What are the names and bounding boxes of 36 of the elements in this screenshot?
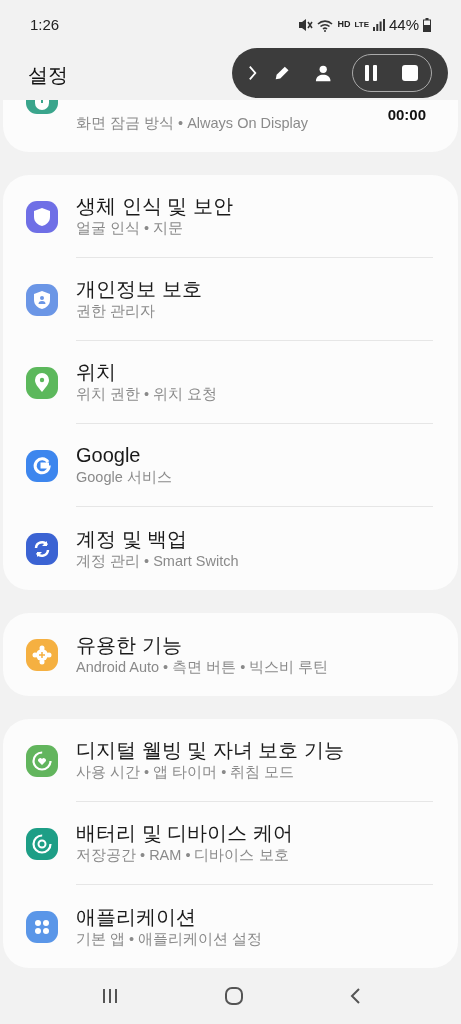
setting-title[interactable]: 계정 및 백업 <box>76 526 188 552</box>
battery-percentage: 44% <box>388 14 419 35</box>
setting-title[interactable]: 유용한 기능 <box>76 632 182 658</box>
setting-subtitle: 얼굴 인식 • 지문 <box>76 219 184 238</box>
setting-subtitle: 사용 시간 • 앱 타이머 • 취침 모드 <box>76 763 295 782</box>
hd-voice-label: HD <box>337 18 351 32</box>
back-icon[interactable] <box>348 987 361 1005</box>
page-title: 설정 <box>28 63 68 88</box>
recording-timer: 00:00 <box>387 105 426 125</box>
setting-title[interactable]: 디지털 웰빙 및 자녀 보호 기능 <box>76 738 344 764</box>
person-icon[interactable] <box>315 64 332 82</box>
setting-subtitle: 화면 잠금 방식 • Always On Display <box>76 114 309 133</box>
setting-title[interactable]: 애플리케이션 <box>76 904 196 930</box>
setting-subtitle: 기본 앱 • 애플리케이션 설정 <box>76 929 263 949</box>
setting-title[interactable]: 위치 <box>76 360 116 386</box>
setting-subtitle: 위치 권한 • 위치 요청 <box>76 385 218 404</box>
signal-icon <box>372 19 385 31</box>
pause-icon[interactable] <box>364 64 379 82</box>
stop-icon[interactable] <box>401 64 420 82</box>
setting-subtitle: 계정 관리 • Smart Switch <box>76 551 239 571</box>
setting-subtitle: Android Auto • 측면 버튼 • 빅스비 루틴 <box>76 657 329 677</box>
setting-subtitle: Google 서비스 <box>76 468 172 487</box>
lte-label: LTE <box>354 19 369 31</box>
setting-title[interactable]: 생체 인식 및 보안 <box>76 194 233 220</box>
setting-title[interactable]: Google <box>76 443 141 469</box>
setting-title[interactable]: 개인정보 보호 <box>76 277 202 303</box>
setting-subtitle: 저장공간 • RAM • 디바이스 보호 <box>76 846 289 865</box>
clock: 1:26 <box>30 14 60 35</box>
chevron-right-icon[interactable] <box>248 64 258 82</box>
setting-subtitle: 권한 관리자 <box>76 302 156 321</box>
battery-icon <box>423 18 431 32</box>
mute-icon <box>297 18 314 32</box>
setting-title[interactable]: 배터리 및 디바이스 케어 <box>76 821 293 847</box>
recent-apps-icon[interactable] <box>100 987 119 1005</box>
home-icon[interactable] <box>223 986 244 1006</box>
wifi-icon <box>317 18 334 32</box>
